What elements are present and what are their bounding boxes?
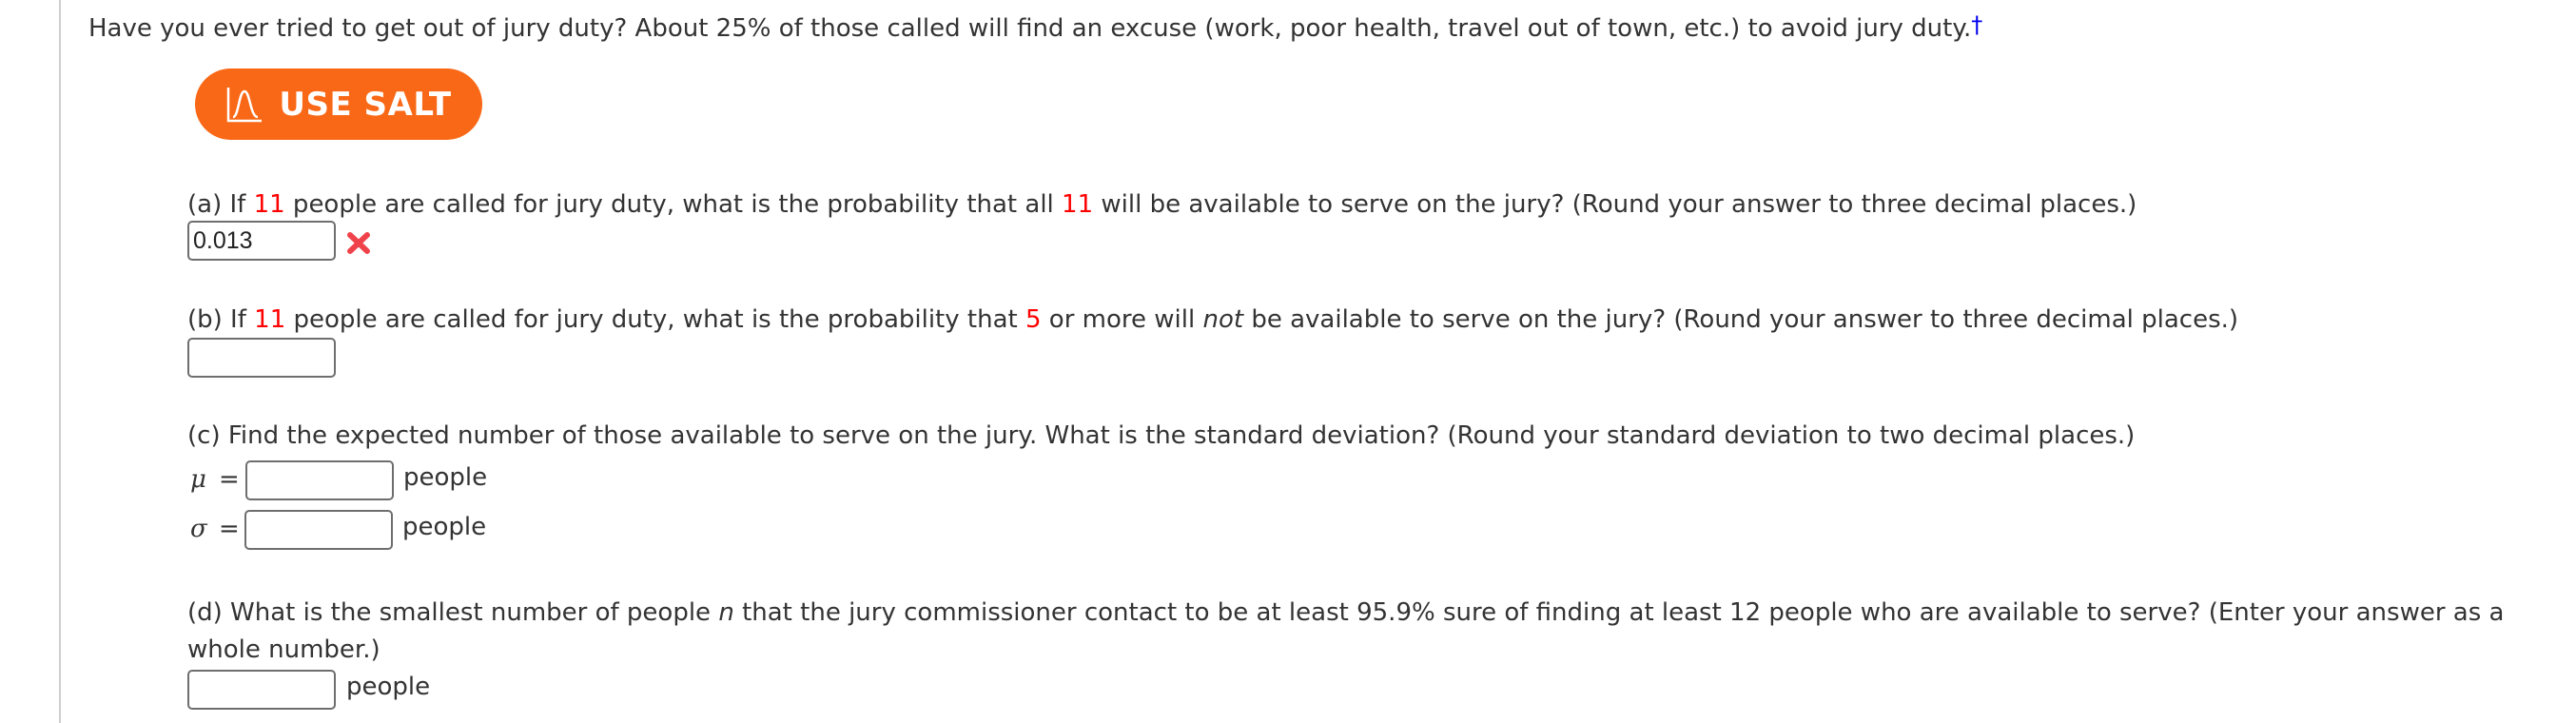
part-b-text-1: (b) If	[187, 305, 255, 334]
intro-text: Have you ever tried to get out of jury d…	[88, 14, 1972, 43]
part-d-text-2: that the jury commissioner contact to be…	[733, 598, 2505, 627]
mu-symbol: μ	[190, 465, 206, 494]
part-a-text-2: people are called for jury duty, what is…	[284, 190, 1063, 219]
part-d-text-1: (d) What is the smallest number of peopl…	[187, 598, 719, 627]
part-a-question: (a) If 11 people are called for jury dut…	[187, 186, 2137, 224]
part-d-unit-label: people	[346, 673, 431, 701]
part-d-variable-n: n	[718, 598, 734, 627]
part-b-question: (b) If 11 people are called for jury dut…	[187, 301, 2238, 339]
sigma-equals: =	[219, 515, 240, 543]
footnote-link[interactable]: †	[1971, 11, 1982, 38]
part-a-answer-input[interactable]	[187, 221, 336, 261]
use-salt-button[interactable]: USE SALT	[195, 68, 482, 140]
part-a-text-3: will be available to serve on the jury? …	[1093, 190, 2137, 219]
part-b-emphasis: not	[1202, 305, 1244, 334]
problem-intro: Have you ever tried to get out of jury d…	[88, 6, 1982, 48]
mu-equals: =	[219, 465, 240, 494]
part-d-question: (d) What is the smallest number of peopl…	[187, 594, 2504, 632]
part-b-text-2: people are called for jury duty, what is…	[285, 305, 1025, 334]
x-mark-icon	[347, 232, 370, 254]
use-salt-label: USE SALT	[279, 85, 452, 124]
part-a-text-1: (a) If	[187, 190, 254, 219]
part-d-question-line2: whole number.)	[187, 635, 381, 664]
mu-input[interactable]	[245, 460, 394, 500]
part-a-n-called: 11	[253, 190, 285, 219]
part-b-text-3: or more will	[1041, 305, 1203, 334]
part-b-text-4: be available to serve on the jury? (Roun…	[1243, 305, 2239, 334]
part-a-n-all: 11	[1062, 190, 1094, 219]
left-border-rule	[59, 0, 61, 723]
part-b-n-called: 11	[254, 305, 286, 334]
part-c-question: (c) Find the expected number of those av…	[187, 421, 2136, 450]
normal-curve-icon	[227, 87, 263, 122]
part-d-answer-input[interactable]	[187, 670, 336, 710]
part-b-answer-input[interactable]	[187, 338, 336, 378]
mu-unit-label: people	[403, 463, 488, 492]
part-b-threshold: 5	[1025, 305, 1042, 334]
sigma-symbol: σ	[190, 515, 207, 543]
sigma-input[interactable]	[244, 510, 393, 550]
sigma-unit-label: people	[402, 513, 487, 541]
